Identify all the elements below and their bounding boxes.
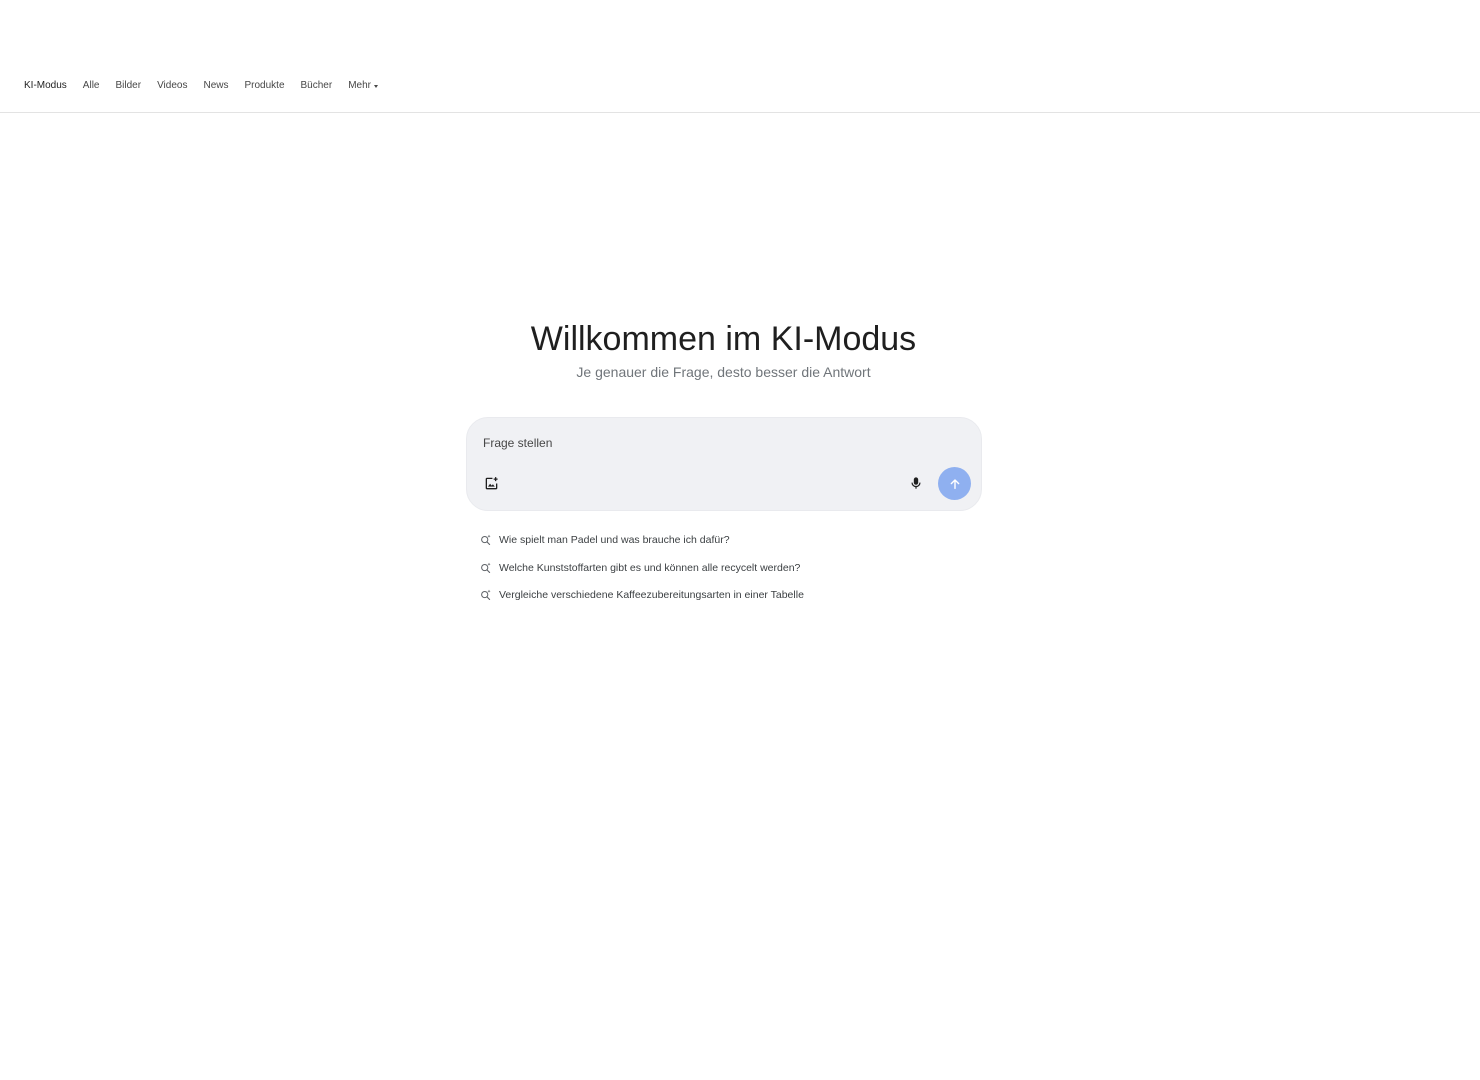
- image-upload-button[interactable]: [481, 473, 501, 493]
- voice-input-button[interactable]: [906, 473, 926, 493]
- suggestion-item[interactable]: Wie spielt man Padel und was brauche ich…: [479, 532, 804, 548]
- tab-bilder[interactable]: Bilder: [115, 79, 141, 93]
- page-title: Willkommen im KI-Modus: [530, 320, 917, 358]
- arrow-up-icon: [950, 478, 959, 489]
- tab-alle[interactable]: Alle: [83, 79, 100, 93]
- suggestion-text: Wie spielt man Padel und was brauche ich…: [499, 534, 730, 546]
- tab-ki-modus[interactable]: KI-Modus: [24, 79, 67, 93]
- nav-tabs: KI-Modus Alle Bilder Videos News Produkt…: [24, 79, 394, 93]
- tab-mehr-label: Mehr: [348, 80, 371, 91]
- question-input[interactable]: [483, 432, 953, 454]
- tab-mehr[interactable]: Mehr: [348, 79, 378, 93]
- tab-news[interactable]: News: [203, 79, 228, 93]
- caret-down-icon: [374, 85, 378, 88]
- ask-box: [466, 417, 982, 511]
- top-navigation: KI-Modus Alle Bilder Videos News Produkt…: [0, 0, 1480, 113]
- search-sparkle-icon: [479, 561, 492, 574]
- suggestion-list: Wie spielt man Padel und was brauche ich…: [479, 532, 804, 615]
- page-subtitle: Je genauer die Frage, desto besser die A…: [576, 364, 871, 380]
- image-add-icon: [485, 476, 498, 489]
- suggestion-item[interactable]: Welche Kunststoffarten gibt es und könne…: [479, 560, 804, 576]
- suggestion-item[interactable]: Vergleiche verschiedene Kaffeezubereitun…: [479, 587, 804, 603]
- microphone-icon: [911, 477, 921, 489]
- search-sparkle-icon: [479, 534, 492, 547]
- suggestion-text: Welche Kunststoffarten gibt es und könne…: [499, 561, 801, 574]
- tab-videos[interactable]: Videos: [157, 79, 187, 93]
- tab-buecher[interactable]: Bücher: [301, 79, 333, 93]
- suggestion-text: Vergleiche verschiedene Kaffeezubereitun…: [499, 589, 804, 601]
- search-sparkle-icon: [479, 589, 492, 602]
- send-button[interactable]: [938, 467, 971, 500]
- tab-produkte[interactable]: Produkte: [244, 79, 284, 93]
